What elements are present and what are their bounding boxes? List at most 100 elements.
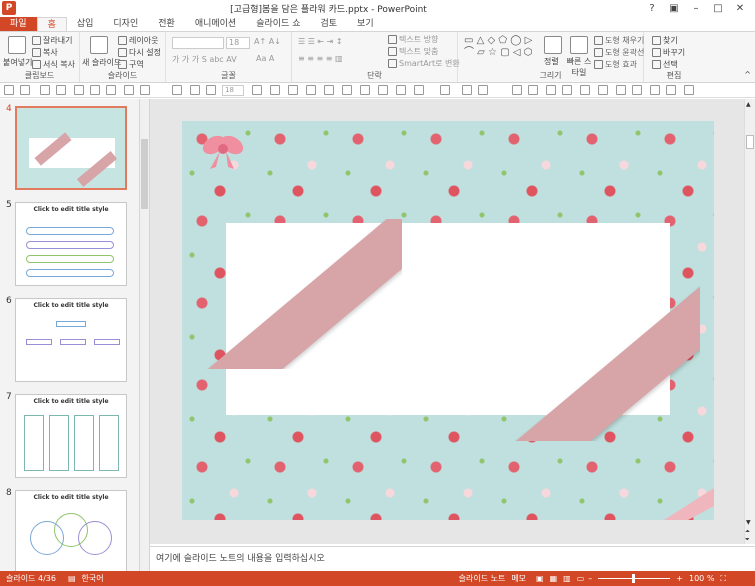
collapse-ribbon-icon[interactable]: ^ xyxy=(744,70,751,79)
new-slide-button[interactable]: 새 슬라이드 xyxy=(82,57,121,68)
font-color-icon[interactable]: Aa A xyxy=(256,54,274,63)
prev-slide-icon[interactable]: ⏶ xyxy=(745,528,750,536)
rectangle-icon[interactable] xyxy=(512,85,522,95)
close-icon[interactable]: ✕ xyxy=(729,3,751,14)
font-size-icon[interactable] xyxy=(252,85,262,95)
tab-transitions[interactable]: 전환 xyxy=(148,17,185,32)
curve-icon[interactable] xyxy=(360,85,370,95)
notes-pane[interactable]: 여기에 슬라이드 노트의 내용을 입력하십시오 xyxy=(150,546,755,571)
spell-icon[interactable]: ▤ xyxy=(68,574,76,583)
palette-icon[interactable] xyxy=(190,85,200,95)
notes-button[interactable]: 슬라이드 노트 xyxy=(459,573,506,584)
sorter-view-icon[interactable]: ▦ xyxy=(550,574,558,583)
tab-view[interactable]: 보기 xyxy=(347,17,384,32)
tab-animations[interactable]: 애니메이션 xyxy=(185,17,246,32)
replace-button[interactable]: 바꾸기 xyxy=(652,47,685,58)
format-painter-button[interactable]: 서식 복사 xyxy=(32,59,75,70)
reset-button[interactable]: 다시 설정 xyxy=(118,47,161,58)
slide-thumbnail-5[interactable]: Click to edit title style xyxy=(15,202,127,286)
cut-button[interactable]: 잘라내기 xyxy=(32,35,72,46)
slide-thumbnail-8[interactable]: Click to edit title style xyxy=(15,490,127,574)
zoom-slider[interactable] xyxy=(598,574,671,583)
tab-slideshow[interactable]: 슬라이드 쇼 xyxy=(246,17,310,32)
arrange-icon[interactable] xyxy=(544,36,562,54)
slide-thumbnail-4[interactable] xyxy=(15,106,127,190)
more-icon[interactable] xyxy=(684,85,694,95)
font-name-select[interactable] xyxy=(172,37,224,49)
text-direction-button[interactable]: 텍스트 방향 xyxy=(388,34,438,45)
vertical-scroll-handle[interactable] xyxy=(746,135,754,149)
tab-review[interactable]: 검토 xyxy=(310,17,347,32)
zoom-out-icon[interactable]: – xyxy=(588,574,592,583)
slide-thumbnail-7[interactable]: Click to edit title style xyxy=(15,394,127,478)
slideshow-view-icon[interactable]: ▭ xyxy=(577,574,585,583)
text-align-button[interactable]: 텍스트 맞춤 xyxy=(388,46,438,57)
arrange-button[interactable]: 정렬 xyxy=(544,56,559,67)
scroll-up-icon[interactable]: ▲ xyxy=(746,101,751,108)
qat-font-size[interactable]: 18 xyxy=(222,85,244,96)
bow-icon[interactable] xyxy=(200,131,246,171)
shadow-icon[interactable] xyxy=(650,85,660,95)
shapes-gallery[interactable]: ▭ △ ◇ ⬠ ◯ ▷ ⌒ ▱ ☆ ▢ ◁ ⬡ xyxy=(464,35,536,59)
paste-icon[interactable] xyxy=(106,85,116,95)
align-icon[interactable] xyxy=(462,85,472,95)
current-slide[interactable] xyxy=(182,121,714,520)
new-slide-icon[interactable] xyxy=(90,36,108,54)
copy-button[interactable]: 복사 xyxy=(32,47,58,58)
smartart-button[interactable]: SmartArt로 변환 xyxy=(388,58,460,69)
comments-button[interactable]: 메모 xyxy=(511,573,526,584)
ribbon-display-icon[interactable]: ▣ xyxy=(663,3,685,14)
grow-font-icon[interactable]: A↑ A↓ xyxy=(254,37,281,46)
copy-icon[interactable] xyxy=(90,85,100,95)
tab-insert[interactable]: 삽입 xyxy=(67,17,104,32)
find-button[interactable]: 찾기 xyxy=(652,35,678,46)
slide-thumbnail-pane[interactable]: 4 5 Click to edit title style 6 Click to… xyxy=(0,99,140,574)
redo-icon[interactable] xyxy=(40,85,50,95)
list-buttons[interactable]: ☰ ☰ ⇤ ⇥ ↕ xyxy=(298,37,343,46)
paste-icon[interactable] xyxy=(8,36,26,54)
tab-file[interactable]: 파일 xyxy=(0,17,37,32)
slideshow-icon[interactable] xyxy=(56,85,66,95)
fill-color-icon[interactable] xyxy=(616,85,626,95)
shape-outline-button[interactable]: 도형 윤곽선 xyxy=(594,47,644,58)
vertical-scrollbar[interactable]: ▲ ▼ ⏶ ⏷ xyxy=(744,99,755,544)
picture-icon[interactable] xyxy=(140,85,150,95)
slide-thumbnail-6[interactable]: Click to edit title style xyxy=(15,298,127,382)
font-style-buttons[interactable]: 가 가 가 S abc AV xyxy=(172,54,237,65)
right-arrow-icon[interactable] xyxy=(580,85,590,95)
ribbon-right[interactable] xyxy=(510,283,700,441)
scroll-down-icon[interactable]: ▼ xyxy=(746,519,751,526)
freeform-icon[interactable] xyxy=(378,85,388,95)
next-slide-icon[interactable]: ⏷ xyxy=(745,536,750,544)
tab-home[interactable]: 홈 xyxy=(36,17,67,32)
language-label[interactable]: 한국어 xyxy=(82,573,104,584)
fit-window-icon[interactable]: ⛶ xyxy=(720,574,726,584)
thumbnail-scrollbar[interactable] xyxy=(140,99,150,571)
oval-icon[interactable] xyxy=(546,85,556,95)
shape-fill-button[interactable]: 도형 채우기 xyxy=(594,35,644,46)
quick-style-icon[interactable] xyxy=(570,36,588,54)
slide-edit-area[interactable] xyxy=(150,99,744,544)
spell-check-icon[interactable] xyxy=(74,85,84,95)
scribble-icon[interactable] xyxy=(396,85,406,95)
tab-design[interactable]: 디자인 xyxy=(103,17,148,32)
callout-icon[interactable] xyxy=(598,85,608,95)
group-icon[interactable] xyxy=(478,85,488,95)
paste-button[interactable]: 붙여넣기 xyxy=(3,57,32,68)
zoom-in-icon[interactable]: + xyxy=(676,574,683,583)
thumbnail-scroll-handle[interactable] xyxy=(141,139,148,209)
minimize-icon[interactable]: – xyxy=(685,3,707,14)
connector-icon[interactable] xyxy=(440,85,450,95)
table-icon[interactable] xyxy=(124,85,134,95)
edit-icon[interactable] xyxy=(306,85,316,95)
normal-view-icon[interactable]: ▣ xyxy=(536,574,544,583)
color-icon[interactable] xyxy=(206,85,216,95)
arrow-icon[interactable] xyxy=(342,85,352,95)
zoom-knob[interactable] xyxy=(632,574,636,583)
save-icon[interactable] xyxy=(4,85,14,95)
maximize-icon[interactable]: □ xyxy=(707,3,729,14)
down-arrow-icon[interactable] xyxy=(562,85,572,95)
text-box-icon[interactable] xyxy=(270,85,280,95)
select-button[interactable]: 선택 xyxy=(652,59,678,70)
layout-button[interactable]: 레이아웃 xyxy=(118,35,158,46)
